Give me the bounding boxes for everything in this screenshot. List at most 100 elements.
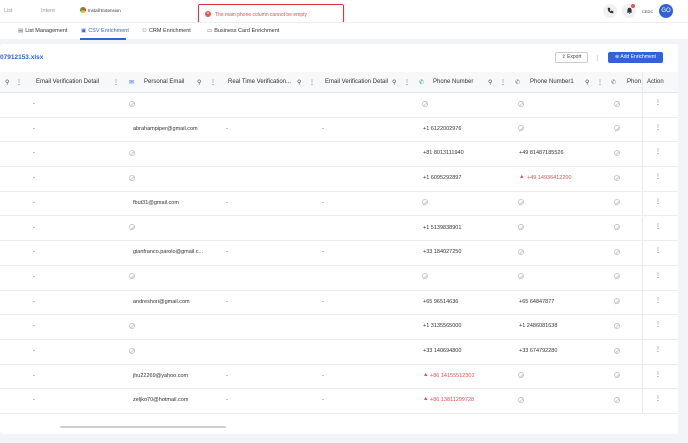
nav-list[interactable]: List <box>4 8 13 14</box>
tab-label: CSV Enrichment <box>88 28 129 34</box>
col-email-verification-detail[interactable]: Email Verification Detail <box>36 79 99 85</box>
avatar[interactable]: GO <box>659 4 673 18</box>
search-icon[interactable]: ⚲ <box>585 79 589 86</box>
email-verification-cell-2: - <box>322 199 324 206</box>
real-time-verification-cell: - <box>226 125 228 132</box>
col-personal-email[interactable]: Personal Email <box>144 79 184 85</box>
more-icon[interactable]: ⋮ <box>655 321 661 328</box>
phone-number1-cell: +1 2486081638 <box>519 323 558 330</box>
action-cell: ⋮ <box>642 167 678 191</box>
more-icon[interactable]: ⋮ <box>16 79 22 86</box>
more-icon[interactable]: ⋮ <box>655 272 661 279</box>
more-icon[interactable]: ⋮ <box>500 79 506 86</box>
table-row: - zeljko70@hotmail.com - - ▲ +86 13811299728 ⋮ <box>0 389 678 415</box>
more-icon[interactable]: ⋮ <box>655 297 661 304</box>
more-icon[interactable]: ⋮ <box>210 79 216 86</box>
more-icon[interactable]: ⋮ <box>404 79 410 86</box>
more-icon[interactable]: ⋮ <box>309 79 315 86</box>
more-icon[interactable]: ⋮ <box>655 395 661 402</box>
personal-email-cell: jhu22269@yahoo.com <box>133 372 189 379</box>
personal-email-cell: fbut31@gmail.com <box>133 199 179 206</box>
search-icon[interactable]: ⚲ <box>5 79 9 86</box>
search-icon[interactable]: ⚲ <box>197 79 201 86</box>
not-available-icon <box>518 125 524 132</box>
more-icon[interactable]: ⋮ <box>655 371 661 378</box>
more-icon[interactable]: ⋮ <box>655 247 661 254</box>
export-button[interactable]: ⇪ Export <box>555 52 588 63</box>
tab-business-card-enrichment[interactable]: ▭ Business Card Enrichment <box>207 28 279 34</box>
table-row: - +1 6095292897 ▲ +49 14936412200 ⋮ <box>0 167 678 192</box>
action-cell: ⋮ <box>642 216 678 241</box>
col-phone-truncated[interactable]: Phon <box>627 79 641 85</box>
more-icon[interactable]: ⋮ <box>655 198 661 205</box>
phone-icon[interactable] <box>603 4 617 18</box>
more-icon[interactable]: ⋮ <box>597 79 603 86</box>
email-verification-cell: - <box>33 397 35 404</box>
not-available-icon <box>422 273 428 280</box>
not-available-icon <box>614 149 620 156</box>
email-verification-cell-2: - <box>322 298 324 305</box>
not-available-icon <box>518 248 524 255</box>
phone-number-cell: +1 3135565000 <box>423 323 462 330</box>
not-available-icon <box>129 174 135 181</box>
action-cell: ⋮ <box>642 142 678 167</box>
not-available-icon <box>614 100 620 107</box>
phone-number-cell: +1 5139838901 <box>423 224 462 231</box>
table-row: - jhu22269@yahoo.com - - ▲ +86 14155512301 ⋮ <box>0 364 678 390</box>
col-phone-number[interactable]: Phone Number <box>433 79 473 85</box>
divider <box>597 55 598 61</box>
personal-email-cell: gianfranco.parolo@gmail.c... <box>133 249 204 256</box>
install-extension-link[interactable]: Install Extension <box>88 8 121 13</box>
table-row: - ⋮ <box>0 93 678 118</box>
not-available-icon <box>422 100 428 107</box>
not-available-icon <box>614 174 620 181</box>
more-icon[interactable]: ⋮ <box>113 79 119 86</box>
personal-email-cell: zeljko70@hotmail.com <box>133 397 189 404</box>
email-verification-cell: - <box>33 323 35 330</box>
col-email-verification-detail-2[interactable]: Email Verification Detail <box>325 79 388 85</box>
email-verification-cell: - <box>33 199 35 206</box>
personal-email-cell: andreshori@gmail.com <box>133 298 190 305</box>
action-cell: ⋮ <box>642 241 678 265</box>
search-icon[interactable]: ⚲ <box>488 79 492 86</box>
action-cell: ⋮ <box>642 364 678 389</box>
action-cell: ⋮ <box>642 340 678 364</box>
add-enrichment-button[interactable]: ⊕ Add Enrichment <box>608 52 663 63</box>
tab-label: CRM Enrichment <box>148 28 191 34</box>
tab-csv-enrichment[interactable]: ▣ CSV Enrichment <box>81 28 129 34</box>
more-icon[interactable]: ⋮ <box>655 346 661 353</box>
not-available-icon <box>518 273 524 280</box>
horizontal-scrollbar[interactable] <box>60 426 226 428</box>
email-verification-cell-2: - <box>322 125 324 132</box>
phone-number-cell: +86 13811299728 <box>430 397 475 404</box>
col-phone-number1[interactable]: Phone Number1 <box>530 79 574 85</box>
col-real-time-verification[interactable]: Real Time Verification... <box>228 79 291 85</box>
not-available-icon <box>129 149 135 156</box>
email-verification-cell: - <box>33 348 35 354</box>
email-verification-cell: - <box>33 372 35 379</box>
more-icon[interactable]: ⋮ <box>655 124 661 131</box>
more-icon[interactable]: ⋮ <box>655 99 661 106</box>
more-icon[interactable]: ⋮ <box>655 173 661 180</box>
phone-number-cell: +86 14155512301 <box>430 372 475 379</box>
table-row: - ⋮ <box>0 265 678 291</box>
tab-list-management[interactable]: ▤ List Management <box>18 28 67 34</box>
nav-intent[interactable]: Intent <box>41 8 55 14</box>
top-bar: List Intent Install Extension × The main… <box>0 0 688 23</box>
active-tab-indicator <box>80 38 126 40</box>
more-icon[interactable]: ⋮ <box>655 223 661 230</box>
error-toast: × The main phone column cannot be empty <box>198 4 344 23</box>
not-available-icon <box>614 199 620 206</box>
tab-crm-enrichment[interactable]: ⚇ CRM Enrichment <box>142 28 191 34</box>
email-verification-cell-2: - <box>322 397 324 404</box>
export-label: Export <box>567 54 582 60</box>
search-icon[interactable]: ⚲ <box>297 79 301 86</box>
personal-email-cell: abrahampiper@gmail.com <box>133 125 198 132</box>
table-header: ⚲ ⋮ Email Verification Detail ⋮ ✉ Person… <box>0 72 678 93</box>
table-row: - +1 3135565000 +1 2486081638 ⋮ <box>0 315 678 340</box>
more-icon[interactable]: ⋮ <box>655 148 661 155</box>
email-verification-cell: - <box>33 249 35 256</box>
action-cell: ⋮ <box>642 93 678 117</box>
search-icon[interactable]: ⚲ <box>392 79 396 86</box>
file-name: 07912153.xlsx <box>0 54 44 61</box>
